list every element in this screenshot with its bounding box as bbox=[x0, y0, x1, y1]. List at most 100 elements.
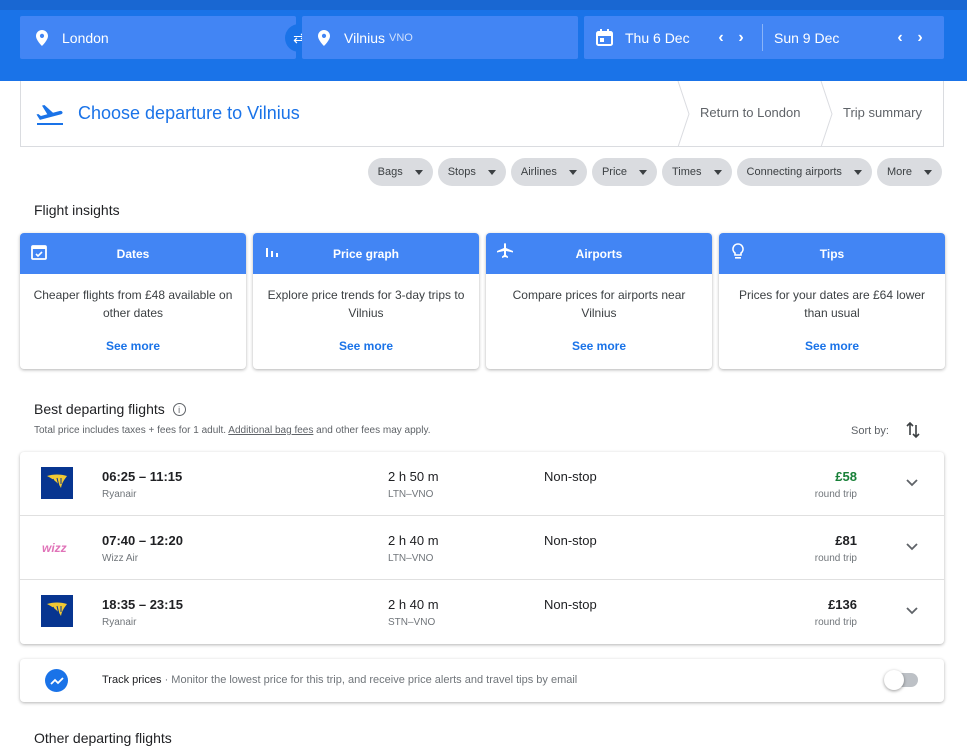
chevron-down-icon[interactable] bbox=[905, 476, 919, 490]
flight-route: STN–VNO bbox=[388, 617, 436, 628]
flight-stops: Non-stop bbox=[544, 597, 597, 612]
calendar-icon bbox=[596, 29, 613, 46]
destination-field[interactable]: Vilnius VNO bbox=[302, 16, 578, 59]
airline-name: Ryanair bbox=[102, 489, 137, 500]
chevron-down-icon[interactable] bbox=[905, 604, 919, 618]
chevron-down-icon[interactable] bbox=[905, 540, 919, 554]
bag-fees-link[interactable]: Additional bag fees bbox=[228, 425, 313, 436]
toggle-knob bbox=[884, 670, 904, 690]
origin-field[interactable]: London bbox=[20, 16, 296, 59]
card-header: Airports bbox=[486, 233, 712, 274]
step-summary[interactable]: Trip summary bbox=[843, 105, 922, 120]
info-icon[interactable]: i bbox=[172, 403, 186, 416]
flight-row[interactable]: wizz 07:40 – 12:20 Wizz Air 2 h 40 m LTN… bbox=[20, 516, 944, 580]
card-header: Dates bbox=[20, 233, 246, 274]
flight-stops: Non-stop bbox=[544, 533, 597, 548]
destination-text: Vilnius bbox=[344, 29, 385, 46]
calendar-check-icon bbox=[30, 243, 48, 261]
filter-label: Price bbox=[601, 166, 627, 178]
date-divider bbox=[762, 24, 763, 51]
filter-label: Bags bbox=[377, 166, 403, 178]
best-flights-title-text: Best departing flights bbox=[34, 401, 165, 417]
insight-card-tips[interactable]: Tips Prices for your dates are £64 lower… bbox=[719, 233, 945, 369]
depart-date[interactable]: Thu 6 Dec bbox=[625, 30, 711, 46]
filter-airlines[interactable]: Airlines bbox=[510, 158, 587, 186]
insight-card-airports[interactable]: Airports Compare prices for airports nea… bbox=[486, 233, 712, 369]
step-separator bbox=[677, 81, 690, 147]
date-field[interactable]: Thu 6 Dec ‹ › Sun 9 Dec ‹ › bbox=[584, 16, 944, 59]
flight-stops: Non-stop bbox=[544, 469, 597, 484]
flight-list: 06:25 – 11:15 Ryanair 2 h 50 m LTN–VNO N… bbox=[20, 452, 944, 644]
next-depart-date-chevron-right-icon[interactable]: › bbox=[731, 29, 751, 47]
card-title: Dates bbox=[116, 246, 150, 261]
flight-duration: 2 h 40 m bbox=[388, 533, 439, 548]
filter-price[interactable]: Price bbox=[591, 158, 657, 186]
step-title: Choose departure to Vilnius bbox=[78, 103, 300, 123]
airplane-icon bbox=[496, 243, 514, 261]
flight-route: LTN–VNO bbox=[388, 553, 434, 564]
card-header: Tips bbox=[719, 233, 945, 274]
lightbulb-icon bbox=[729, 243, 747, 261]
card-text: Compare prices for airports near Vilnius bbox=[512, 288, 686, 320]
filter-bar: Bags Stops Airlines Price Times Connecti… bbox=[367, 158, 942, 186]
destination-code: VNO bbox=[389, 31, 413, 44]
flight-row[interactable]: 18:35 – 23:15 Ryanair 2 h 40 m STN–VNO N… bbox=[20, 580, 944, 644]
prev-return-date-chevron-left-icon[interactable]: ‹ bbox=[890, 29, 910, 47]
card-title: Tips bbox=[819, 246, 845, 261]
step-bar: Choose departure to Vilnius Return to Lo… bbox=[20, 81, 944, 147]
sort-icon[interactable] bbox=[905, 421, 921, 444]
price-type: round trip bbox=[814, 617, 857, 628]
dropdown-arrow-icon bbox=[924, 169, 932, 175]
svg-text:wizz: wizz bbox=[42, 541, 67, 555]
takeoff-icon bbox=[36, 103, 64, 132]
track-prices-toggle[interactable] bbox=[884, 670, 918, 690]
flight-row[interactable]: 06:25 – 11:15 Ryanair 2 h 50 m LTN–VNO N… bbox=[20, 452, 944, 516]
filter-label: Stops bbox=[447, 166, 476, 178]
price-note-text: Total price includes taxes + fees for 1 … bbox=[34, 425, 227, 436]
return-date[interactable]: Sun 9 Dec bbox=[774, 30, 890, 46]
price-type: round trip bbox=[814, 489, 857, 500]
see-more-link[interactable]: See more bbox=[486, 339, 712, 353]
sort-label: Sort by: bbox=[851, 425, 889, 437]
other-flights-title: Other departing flights bbox=[34, 730, 172, 746]
filter-more[interactable]: More bbox=[876, 158, 942, 186]
insight-card-dates[interactable]: Dates Cheaper flights from £48 available… bbox=[20, 233, 246, 369]
card-text: Explore price trends for 3-day trips to … bbox=[267, 288, 465, 320]
flight-duration: 2 h 40 m bbox=[388, 597, 439, 612]
filter-bags[interactable]: Bags bbox=[367, 158, 433, 186]
filter-stops[interactable]: Stops bbox=[437, 158, 506, 186]
see-more-link[interactable]: See more bbox=[20, 339, 246, 353]
next-return-date-chevron-right-icon[interactable]: › bbox=[910, 29, 930, 47]
filter-connecting-airports[interactable]: Connecting airports bbox=[736, 158, 872, 186]
flight-route: LTN–VNO bbox=[388, 489, 434, 500]
dropdown-arrow-icon bbox=[713, 169, 722, 175]
price-note-suffix: and other fees may apply. bbox=[316, 425, 431, 436]
dropdown-arrow-icon bbox=[414, 169, 423, 175]
flight-duration: 2 h 50 m bbox=[388, 469, 439, 484]
see-more-link[interactable]: See more bbox=[719, 339, 945, 353]
filter-label: Connecting airports bbox=[746, 166, 842, 178]
track-prices-text: Track prices · Monitor the lowest price … bbox=[102, 674, 577, 686]
step-separator bbox=[820, 81, 833, 147]
prev-depart-date-chevron-left-icon[interactable]: ‹ bbox=[711, 29, 731, 47]
insight-card-price-graph[interactable]: Price graph Explore price trends for 3-d… bbox=[253, 233, 479, 369]
airline-name: Wizz Air bbox=[102, 553, 139, 564]
filter-times[interactable]: Times bbox=[662, 158, 732, 186]
track-prices-desc: · Monitor the lowest price for this trip… bbox=[164, 674, 578, 686]
card-text: Prices for your dates are £64 lower than… bbox=[738, 288, 926, 320]
wizz-air-logo-icon: wizz bbox=[41, 531, 73, 563]
flight-price: £136 bbox=[828, 597, 857, 612]
filter-label: Airlines bbox=[520, 166, 557, 178]
track-prices-panel: Track prices · Monitor the lowest price … bbox=[20, 659, 944, 702]
location-pin-icon bbox=[318, 29, 330, 46]
flight-times: 18:35 – 23:15 bbox=[102, 597, 183, 612]
header-strip bbox=[0, 0, 967, 10]
dropdown-arrow-icon bbox=[568, 169, 577, 175]
ryanair-logo-icon bbox=[41, 595, 73, 627]
flight-price: £81 bbox=[835, 533, 857, 548]
see-more-link[interactable]: See more bbox=[253, 339, 479, 353]
step-return[interactable]: Return to London bbox=[700, 105, 800, 120]
ryanair-logo-icon bbox=[41, 467, 73, 499]
flight-times: 07:40 – 12:20 bbox=[102, 533, 183, 548]
airline-name: Ryanair bbox=[102, 617, 137, 628]
